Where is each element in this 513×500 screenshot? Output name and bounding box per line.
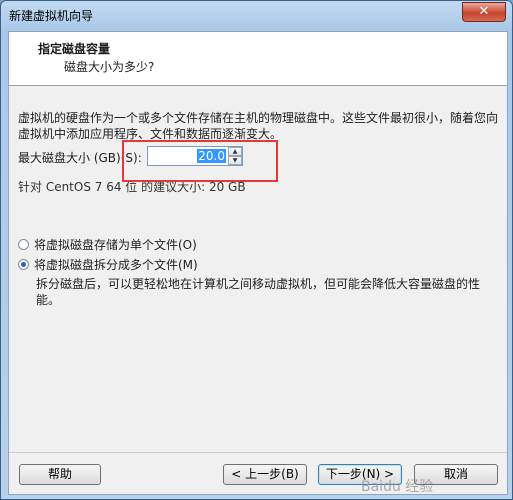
option-single-file-label: 将虚拟磁盘存储为单个文件(O) — [34, 238, 197, 252]
close-icon: ✕ — [478, 4, 490, 19]
radio-single-file[interactable] — [18, 239, 29, 250]
title-bar[interactable]: 新建虚拟机向导 ✕ — [1, 1, 512, 29]
split-description: 拆分磁盘后，可以更轻松地在计算机之间移动虚拟机，但可能会降低大容量磁盘的性能。 — [36, 277, 481, 307]
window-title: 新建虚拟机向导 — [9, 9, 94, 23]
option-split-files-label: 将虚拟磁盘拆分成多个文件(M) — [34, 258, 198, 272]
option-single-file[interactable]: 将虚拟磁盘存储为单个文件(O) — [18, 236, 197, 253]
option-split-files[interactable]: 将虚拟磁盘拆分成多个文件(M) — [18, 256, 198, 273]
help-button[interactable]: 帮助 — [19, 464, 101, 485]
wizard-window: 新建虚拟机向导 ✕ 指定磁盘容量 磁盘大小为多少? 虚拟机的硬盘作为一个或多个文… — [0, 0, 513, 500]
footer-divider — [9, 452, 507, 453]
annotation-highlight-box — [122, 140, 278, 182]
back-button[interactable]: < 上一步(B) — [223, 464, 307, 485]
wizard-header: 指定磁盘容量 磁盘大小为多少? — [9, 32, 507, 86]
watermark: Baidu 经验 — [361, 479, 434, 495]
close-button[interactable]: ✕ — [462, 2, 506, 22]
wizard-body: 指定磁盘容量 磁盘大小为多少? 虚拟机的硬盘作为一个或多个文件存储在主机的物理磁… — [8, 31, 508, 495]
page-subtitle: 磁盘大小为多少? — [64, 60, 155, 74]
page-title: 指定磁盘容量 — [38, 42, 111, 56]
disk-description: 虚拟机的硬盘作为一个或多个文件存储在主机的物理磁盘中。这些文件最初很小，随着您向… — [18, 111, 499, 141]
radio-split-files[interactable] — [18, 259, 29, 270]
